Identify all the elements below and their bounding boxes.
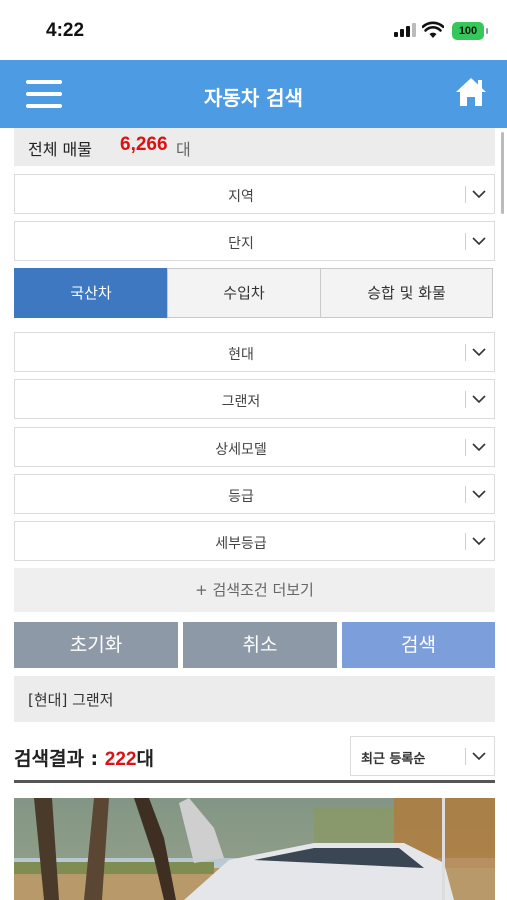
- sort-select-value: 최근 등록순: [361, 752, 426, 767]
- chevron-down-icon: [472, 348, 486, 357]
- tab-domestic[interactable]: 국산차: [14, 268, 168, 318]
- region-select-value: 지역: [228, 189, 254, 205]
- total-count: 6,266: [120, 134, 168, 155]
- chevron-down-icon: [472, 395, 486, 404]
- cancel-button[interactable]: 취소: [183, 622, 337, 668]
- sort-select[interactable]: 최근 등록순: [350, 736, 495, 776]
- vehicle-type-tabs: 국산차 수입차 승합 및 화물: [14, 268, 493, 318]
- result-unit: 대: [136, 748, 154, 770]
- complex-select[interactable]: 단지: [14, 221, 495, 261]
- search-button[interactable]: 검색: [342, 622, 495, 668]
- status-bar: 4:22 100: [0, 0, 507, 60]
- region-select[interactable]: 지역: [14, 174, 495, 214]
- detail-model-select[interactable]: 상세모델: [14, 427, 495, 467]
- chevron-down-icon: [472, 752, 486, 761]
- wifi-icon: [422, 21, 444, 38]
- total-unit: 대: [176, 140, 191, 159]
- tab-van-truck[interactable]: 승합 및 화물: [320, 268, 493, 318]
- detail-model-select-value: 상세모델: [215, 442, 267, 458]
- chevron-down-icon: [472, 237, 486, 246]
- result-divider: [14, 780, 495, 783]
- result-count: 222: [104, 749, 137, 770]
- sub-grade-select-value: 세부등급: [215, 536, 267, 552]
- scrollbar[interactable]: [501, 132, 504, 214]
- signal-icon: [394, 23, 416, 37]
- car-listing-photo[interactable]: [14, 798, 495, 900]
- grade-select-value: 등급: [228, 489, 254, 505]
- home-icon[interactable]: [454, 75, 488, 109]
- result-title: 검색결과 : 222대: [14, 744, 154, 771]
- chevron-down-icon: [472, 490, 486, 499]
- page-title: 자동차 검색: [204, 86, 303, 110]
- status-time: 4:22: [46, 20, 85, 41]
- chevron-down-icon: [472, 443, 486, 452]
- model-select-value: 그랜저: [221, 394, 261, 410]
- total-label: 전체 매물: [28, 140, 92, 159]
- grade-select[interactable]: 등급: [14, 474, 495, 514]
- reset-button[interactable]: 초기화: [14, 622, 178, 668]
- battery-icon: 100: [452, 22, 488, 40]
- total-listing-bar: 전체 매물 6,266 대: [14, 128, 495, 166]
- complex-select-value: 단지: [228, 236, 254, 252]
- chevron-down-icon: [472, 190, 486, 199]
- more-conditions-button[interactable]: + 검색조건 더보기: [14, 568, 495, 612]
- selected-filter-summary: [현대] 그랜저: [14, 676, 495, 722]
- app-header: 자동차 검색: [0, 60, 507, 128]
- maker-select-value: 현대: [228, 347, 254, 363]
- result-label: 검색결과 :: [14, 748, 105, 770]
- maker-select[interactable]: 현대: [14, 332, 495, 372]
- selected-filter-text: [현대] 그랜저: [28, 691, 114, 709]
- tab-imported[interactable]: 수입차: [167, 268, 321, 318]
- chevron-down-icon: [472, 537, 486, 546]
- sub-grade-select[interactable]: 세부등급: [14, 521, 495, 561]
- model-select[interactable]: 그랜저: [14, 379, 495, 419]
